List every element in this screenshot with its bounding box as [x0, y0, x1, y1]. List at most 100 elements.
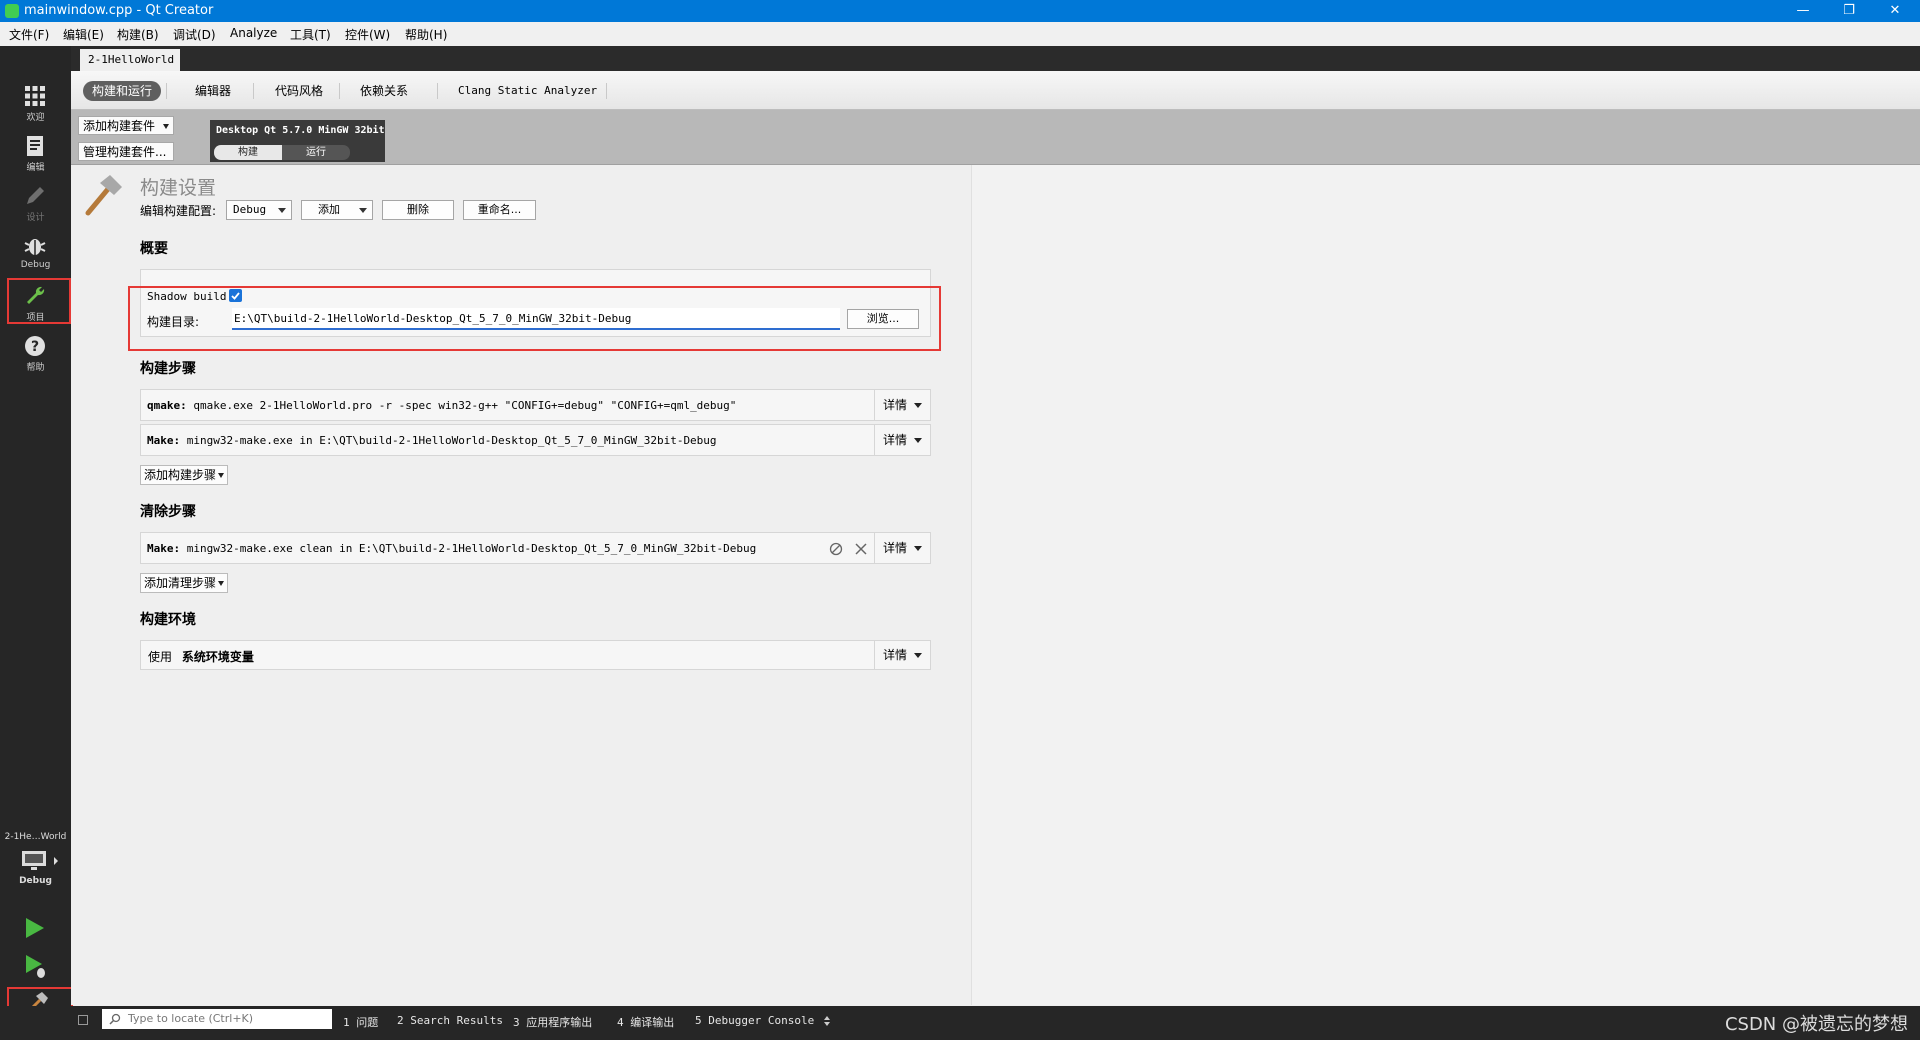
project-tab[interactable]: 2-1HelloWorld — [80, 49, 180, 71]
pane-compile-output[interactable]: 4 编译输出 — [617, 1014, 674, 1030]
kit-build-tab[interactable]: 构建 — [214, 145, 282, 160]
details-button[interactable]: 详情 — [874, 390, 930, 420]
minimize-button[interactable]: — — [1780, 0, 1826, 22]
clean-step-make[interactable]: Make: mingw32-make.exe clean in E:\QT\bu… — [140, 532, 931, 564]
env-use-label: 使用 — [148, 650, 173, 664]
debug-run-icon[interactable] — [24, 953, 48, 979]
build-step-make[interactable]: Make: mingw32-make.exe in E:\QT\build-2-… — [140, 424, 931, 456]
toggle-sidebar-icon[interactable] — [78, 1015, 88, 1025]
step-command: mingw32-make.exe clean in E:\QT\build-2-… — [180, 542, 757, 555]
tab-separator — [606, 83, 607, 99]
mode-welcome-label: 欢迎 — [26, 113, 45, 123]
remove-step-icon[interactable] — [854, 542, 868, 556]
chevron-down-icon — [914, 653, 922, 658]
edit-config-label: 编辑构建配置: — [140, 204, 217, 218]
target-config-label: Debug — [19, 876, 52, 886]
chevron-down-icon — [914, 403, 922, 408]
rename-config-button[interactable]: 重命名... — [463, 200, 536, 220]
delete-config-button[interactable]: 删除 — [382, 200, 454, 220]
search-icon — [109, 1013, 121, 1025]
add-clean-step-label: 添加清理步骤 — [144, 576, 217, 590]
step-name: Make: — [147, 542, 181, 555]
pane-application-output[interactable]: 3 应用程序输出 — [513, 1014, 592, 1030]
settings-tab-bar: 构建和运行 编辑器 代码风格 依赖关系 Clang Static Analyze… — [71, 71, 1920, 110]
menu-help[interactable]: 帮助(H) — [405, 26, 447, 43]
tab-dependencies[interactable]: 依赖关系 — [351, 81, 417, 101]
build-config-select[interactable]: Debug — [226, 200, 292, 220]
tab-code-style[interactable]: 代码风格 — [266, 81, 332, 101]
manage-kits-button[interactable]: 管理构建套件... — [78, 142, 174, 161]
env-value: 系统环境变量 — [181, 650, 254, 664]
chevron-down-icon — [218, 581, 224, 586]
details-button[interactable]: 详情 — [874, 533, 930, 563]
mode-help-label: 帮助 — [26, 363, 45, 373]
tab-editor[interactable]: 编辑器 — [186, 81, 240, 101]
pane-issues[interactable]: 1 问题 — [343, 1014, 378, 1030]
add-config-button[interactable]: 添加 — [301, 200, 373, 220]
mode-debug[interactable]: Debug — [0, 228, 71, 276]
title-bar: mainwindow.cpp - Qt Creator — ❐ ✕ — [0, 0, 1920, 22]
svg-text:?: ? — [31, 339, 39, 355]
add-config-label: 添加 — [318, 203, 340, 216]
help-icon: ? — [25, 336, 45, 356]
mode-design[interactable]: 设计 — [0, 178, 71, 226]
step-command: mingw32-make.exe in E:\QT\build-2-1Hello… — [180, 434, 717, 447]
mode-help[interactable]: ? 帮助 — [0, 328, 71, 376]
locator-input[interactable]: Type to locate (Ctrl+K) — [102, 1009, 332, 1029]
kit-bar: 添加构建套件 管理构建套件... Desktop Qt 5.7.0 MinGW … — [71, 110, 1920, 165]
chevron-down-icon — [914, 438, 922, 443]
menu-edit[interactable]: 编辑(E) — [63, 26, 104, 43]
build-env-heading: 构建环境 — [140, 612, 196, 628]
pane-up-down-icon[interactable] — [823, 1015, 831, 1027]
bug-icon — [24, 239, 46, 255]
tab-build-and-run[interactable]: 构建和运行 — [83, 81, 162, 101]
menu-analyze[interactable]: Analyze — [230, 26, 277, 40]
add-kit-label: 添加构建套件 — [83, 119, 156, 133]
build-settings-panel: 构建设置 编辑构建配置: Debug 添加 删除 重命名... 概要 Shado… — [71, 165, 971, 1005]
overview-heading: 概要 — [140, 241, 168, 257]
menu-file[interactable]: 文件(F) — [9, 26, 49, 43]
details-button[interactable]: 详情 — [874, 425, 930, 455]
mode-debug-label: Debug — [20, 260, 51, 270]
target-project-name: 2-1He…World — [4, 832, 67, 842]
menu-debug[interactable]: 调试(D) — [173, 26, 216, 43]
restore-button[interactable]: ❐ — [1826, 0, 1872, 22]
pane-search-results[interactable]: 2 Search Results — [397, 1014, 503, 1027]
step-name: qmake: — [147, 399, 187, 412]
mode-edit[interactable]: 编辑 — [0, 128, 71, 176]
build-step-qmake[interactable]: qmake: qmake.exe 2-1HelloWorld.pro -r -s… — [140, 389, 931, 421]
monitor-icon — [22, 851, 46, 870]
status-bar: Type to locate (Ctrl+K) 1 问题 2 Search Re… — [0, 1006, 1920, 1040]
kit-panel[interactable]: Desktop Qt 5.7.0 MinGW 32bit 构建 运行 — [210, 120, 385, 162]
csdn-watermark: CSDN @被遗忘的梦想 — [1724, 1014, 1908, 1035]
menu-tools[interactable]: 工具(T) — [290, 26, 331, 43]
highlight-overview — [128, 286, 941, 351]
menu-build[interactable]: 构建(B) — [117, 26, 159, 43]
tab-separator — [339, 83, 340, 99]
project-tab-bar: 2-1HelloWorld — [71, 46, 1920, 71]
mode-welcome[interactable]: 欢迎 — [0, 78, 71, 126]
hammer-icon — [85, 175, 122, 216]
step-command: qmake.exe 2-1HelloWorld.pro -r -spec win… — [186, 399, 737, 412]
close-button[interactable]: ✕ — [1872, 0, 1918, 22]
tab-clang-static-analyzer[interactable]: Clang Static Analyzer — [449, 81, 606, 101]
chevron-down-icon — [359, 208, 367, 213]
target-selector[interactable]: Debug — [0, 848, 71, 898]
menu-bar: 文件(F) 编辑(E) 构建(B) 调试(D) Analyze 工具(T) 控件… — [0, 22, 1920, 47]
pane-debugger-console[interactable]: 5 Debugger Console — [695, 1014, 814, 1027]
add-clean-step-button[interactable]: 添加清理步骤 — [140, 573, 228, 593]
details-button[interactable]: 详情 — [874, 641, 930, 669]
add-kit-button[interactable]: 添加构建套件 — [78, 116, 174, 135]
document-icon — [27, 136, 43, 156]
add-build-step-button[interactable]: 添加构建步骤 — [140, 465, 228, 485]
add-build-step-label: 添加构建步骤 — [144, 468, 217, 482]
tab-separator — [437, 83, 438, 99]
page-title: 构建设置 — [140, 177, 217, 199]
disable-step-icon[interactable] — [829, 542, 843, 556]
tab-separator — [166, 83, 167, 99]
menu-widgets[interactable]: 控件(W) — [345, 26, 390, 43]
build-env-row[interactable]: 使用 系统环境变量 详情 — [140, 640, 931, 670]
kit-run-tab[interactable]: 运行 — [282, 145, 350, 160]
run-icon[interactable] — [24, 916, 46, 940]
details-label: 详情 — [883, 541, 908, 555]
